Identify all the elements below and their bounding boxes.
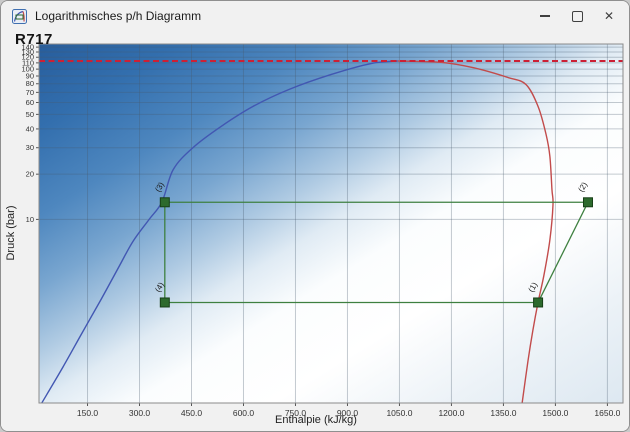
refrigerant-label: R717 <box>15 31 53 48</box>
y-tick-label: 50 <box>26 110 34 119</box>
diagram-area: 150.0300.0450.0600.0750.0900.01050.01200… <box>1 31 629 432</box>
ph-diagram-plot: 150.0300.0450.0600.0750.0900.01050.01200… <box>1 31 630 432</box>
y-tick-label: 30 <box>26 143 34 152</box>
maximize-button[interactable] <box>561 1 593 31</box>
y-tick-label: 80 <box>26 79 34 88</box>
y-tick-label: 70 <box>26 88 34 97</box>
window-title: Logarithmisches p/h Diagramm <box>35 9 529 23</box>
maximize-icon <box>572 11 583 22</box>
y-axis-title: Druck (bar) <box>5 193 17 273</box>
window: Logarithmisches p/h Diagramm ✕ <box>0 0 630 432</box>
cycle-point-marker[interactable] <box>583 198 592 207</box>
app-icon <box>11 8 27 24</box>
window-controls: ✕ <box>529 1 625 31</box>
minimize-icon <box>540 15 550 16</box>
y-tick-label: 40 <box>26 124 34 133</box>
cycle-point-marker[interactable] <box>534 298 543 307</box>
cycle-point-marker[interactable] <box>160 198 169 207</box>
close-button[interactable]: ✕ <box>593 1 625 31</box>
minimize-button[interactable] <box>529 1 561 31</box>
y-tick-label: 60 <box>26 98 34 107</box>
x-axis-title: Enthalpie (kJ/kg) <box>1 414 630 426</box>
cycle-point-marker[interactable] <box>160 298 169 307</box>
plot-background <box>39 44 623 403</box>
window-titlebar: Logarithmisches p/h Diagramm ✕ <box>1 1 629 31</box>
y-tick-label: 10 <box>26 215 34 224</box>
close-icon: ✕ <box>604 10 614 22</box>
y-tick-label: 20 <box>26 170 34 179</box>
